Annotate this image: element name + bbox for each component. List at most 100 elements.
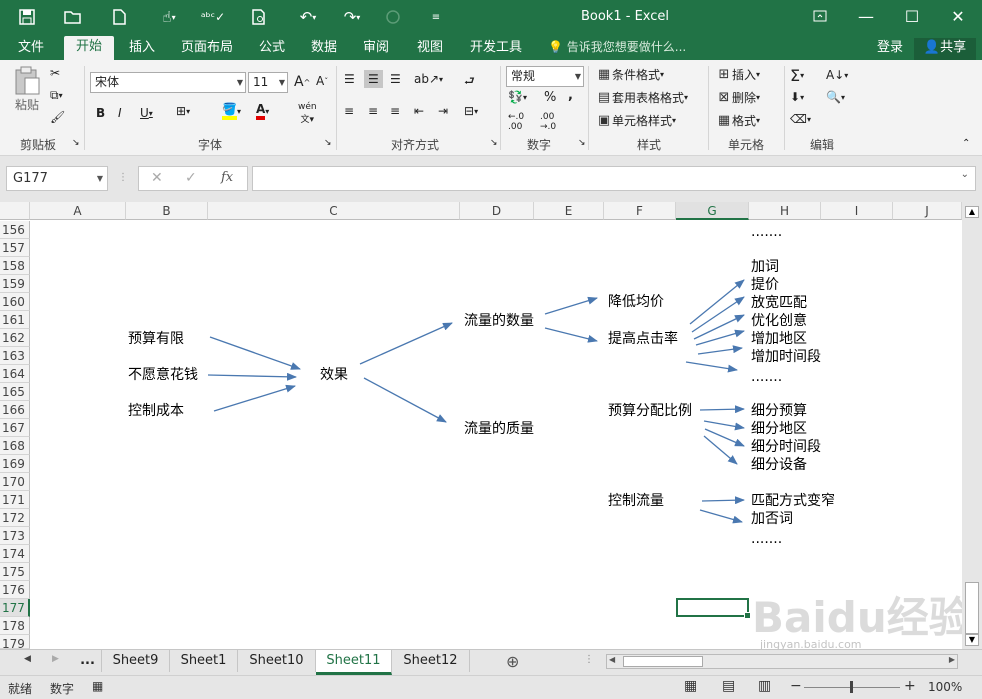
tab-developer[interactable]: 开发工具: [462, 38, 530, 60]
align-right-icon[interactable]: ≡: [390, 104, 400, 118]
column-header[interactable]: C: [208, 202, 460, 220]
column-header-selected[interactable]: G: [676, 202, 749, 220]
comma-icon[interactable]: ,: [568, 88, 573, 103]
name-box[interactable]: G177 ▼: [6, 166, 108, 191]
increase-decimal-icon[interactable]: ←.0.00: [508, 112, 524, 132]
horizontal-scrollbar[interactable]: ◀ ▶: [606, 654, 958, 669]
font-color-icon[interactable]: A ▾: [256, 102, 269, 120]
dialog-launcher-icon[interactable]: ↘: [324, 138, 332, 148]
zoom-level[interactable]: 100%: [928, 680, 962, 694]
tab-view[interactable]: 视图: [408, 38, 452, 60]
sheet-tab[interactable]: Sheet10: [238, 650, 316, 672]
row-header-selected[interactable]: 177: [0, 599, 30, 617]
sheet-tab[interactable]: Sheet1: [170, 650, 238, 672]
row-header[interactable]: 178: [0, 617, 30, 635]
phonetic-icon[interactable]: wén 文▾: [298, 102, 317, 125]
scroll-down-icon[interactable]: ▼: [965, 634, 979, 646]
scroll-up-icon[interactable]: ▲: [965, 206, 979, 218]
row-header[interactable]: 163: [0, 347, 30, 365]
column-header[interactable]: B: [126, 202, 208, 220]
currency-icon[interactable]: 💱 ▾: [508, 90, 527, 104]
formula-input[interactable]: ⌄: [252, 166, 976, 191]
sheet-tab-active[interactable]: Sheet11: [316, 650, 392, 675]
decrease-font-icon[interactable]: Aˇ: [316, 74, 328, 88]
copy-icon[interactable]: ⧉ ▾: [50, 88, 63, 103]
font-name-combo[interactable]: 宋体 ▼: [90, 72, 246, 93]
page-layout-view-icon[interactable]: ▤: [722, 678, 735, 694]
cancel-icon[interactable]: ✕: [151, 170, 163, 186]
maximize-icon[interactable]: ☐: [892, 4, 932, 30]
row-header[interactable]: 164: [0, 365, 30, 383]
row-header[interactable]: 174: [0, 545, 30, 563]
column-header[interactable]: D: [460, 202, 534, 220]
column-header[interactable]: F: [604, 202, 676, 220]
column-header[interactable]: I: [821, 202, 893, 220]
normal-view-icon[interactable]: ▦: [684, 678, 697, 694]
wrap-text-icon[interactable]: ⮐: [464, 72, 475, 93]
align-middle-icon[interactable]: ☰: [364, 70, 383, 88]
bold-icon[interactable]: B: [96, 106, 105, 120]
column-header[interactable]: E: [534, 202, 604, 220]
circle-icon[interactable]: [380, 6, 406, 28]
hscroll-thumb[interactable]: [623, 656, 703, 667]
align-left-icon[interactable]: ≡: [344, 104, 354, 118]
autosum-icon[interactable]: Σ ▾: [790, 66, 804, 85]
expand-formula-icon[interactable]: ⌄: [961, 169, 969, 180]
row-header[interactable]: 170: [0, 473, 30, 491]
login-link[interactable]: 登录: [870, 38, 910, 60]
row-header[interactable]: 167: [0, 419, 30, 437]
enter-icon[interactable]: ✓: [185, 170, 197, 186]
sheet-tab[interactable]: Sheet9: [102, 650, 170, 672]
more-sheets-tab[interactable]: ...: [74, 650, 102, 672]
row-header[interactable]: 172: [0, 509, 30, 527]
zoom-in-icon[interactable]: +: [904, 678, 916, 694]
tab-insert[interactable]: 插入: [120, 38, 164, 60]
undo-icon[interactable]: ↶ ▾: [290, 6, 326, 28]
row-header[interactable]: 165: [0, 383, 30, 401]
format-cells-button[interactable]: ▦ 格式 ▾: [716, 112, 760, 129]
fill-icon[interactable]: ⬇ ▾: [790, 90, 804, 104]
dialog-launcher-icon[interactable]: ↘: [578, 138, 586, 148]
paste-button[interactable]: 粘贴: [10, 66, 44, 113]
row-header[interactable]: 159: [0, 275, 30, 293]
dialog-launcher-icon[interactable]: ↘: [490, 138, 498, 148]
page-break-view-icon[interactable]: ▥: [758, 678, 771, 694]
number-format-combo[interactable]: 常规 ▼: [506, 66, 584, 87]
row-header[interactable]: 157: [0, 239, 30, 257]
cell-styles-button[interactable]: ▣ 单元格样式 ▾: [596, 112, 676, 129]
minimize-icon[interactable]: —: [846, 4, 886, 30]
percent-icon[interactable]: %: [544, 90, 556, 105]
align-center-icon[interactable]: ≡: [368, 104, 378, 118]
share-button[interactable]: 👤共享: [914, 38, 976, 60]
row-header[interactable]: 156: [0, 221, 30, 239]
print-preview-icon[interactable]: [246, 6, 272, 28]
prev-sheet-icon[interactable]: ◀: [24, 654, 31, 664]
merge-center-icon[interactable]: ⊟ ▾: [464, 104, 478, 118]
decrease-indent-icon[interactable]: ⇤: [414, 104, 424, 118]
ribbon-display-icon[interactable]: [800, 4, 840, 30]
tab-formulas[interactable]: 公式: [250, 38, 294, 60]
scroll-left-icon[interactable]: ◀: [609, 655, 615, 664]
format-painter-icon[interactable]: 🖌: [50, 110, 65, 124]
sort-filter-icon[interactable]: A↓ ▾: [826, 68, 848, 82]
decrease-decimal-icon[interactable]: .00 →.0: [540, 112, 556, 132]
scroll-right-icon[interactable]: ▶: [949, 655, 955, 664]
font-size-combo[interactable]: 11 ▼: [248, 72, 288, 93]
row-header[interactable]: 161: [0, 311, 30, 329]
tab-home[interactable]: 开始: [64, 36, 114, 60]
add-sheet-icon[interactable]: ⊕: [506, 652, 519, 671]
collapse-ribbon-icon[interactable]: ⌃: [962, 138, 970, 149]
column-header[interactable]: A: [30, 202, 126, 220]
row-header[interactable]: 175: [0, 563, 30, 581]
redo-icon[interactable]: ↷ ▾: [334, 6, 370, 28]
next-sheet-icon[interactable]: ▶: [52, 654, 59, 664]
active-cell-g177[interactable]: [676, 598, 751, 619]
row-header[interactable]: 168: [0, 437, 30, 455]
new-icon[interactable]: [106, 6, 132, 28]
row-header[interactable]: 176: [0, 581, 30, 599]
row-header[interactable]: 171: [0, 491, 30, 509]
sheet-tab[interactable]: Sheet12: [392, 650, 470, 672]
align-bottom-icon[interactable]: ☰: [390, 72, 401, 86]
tell-me-box[interactable]: 💡 告诉我您想要做什么...: [548, 38, 686, 55]
delete-cells-button[interactable]: ⊠ 删除 ▾: [716, 89, 760, 106]
